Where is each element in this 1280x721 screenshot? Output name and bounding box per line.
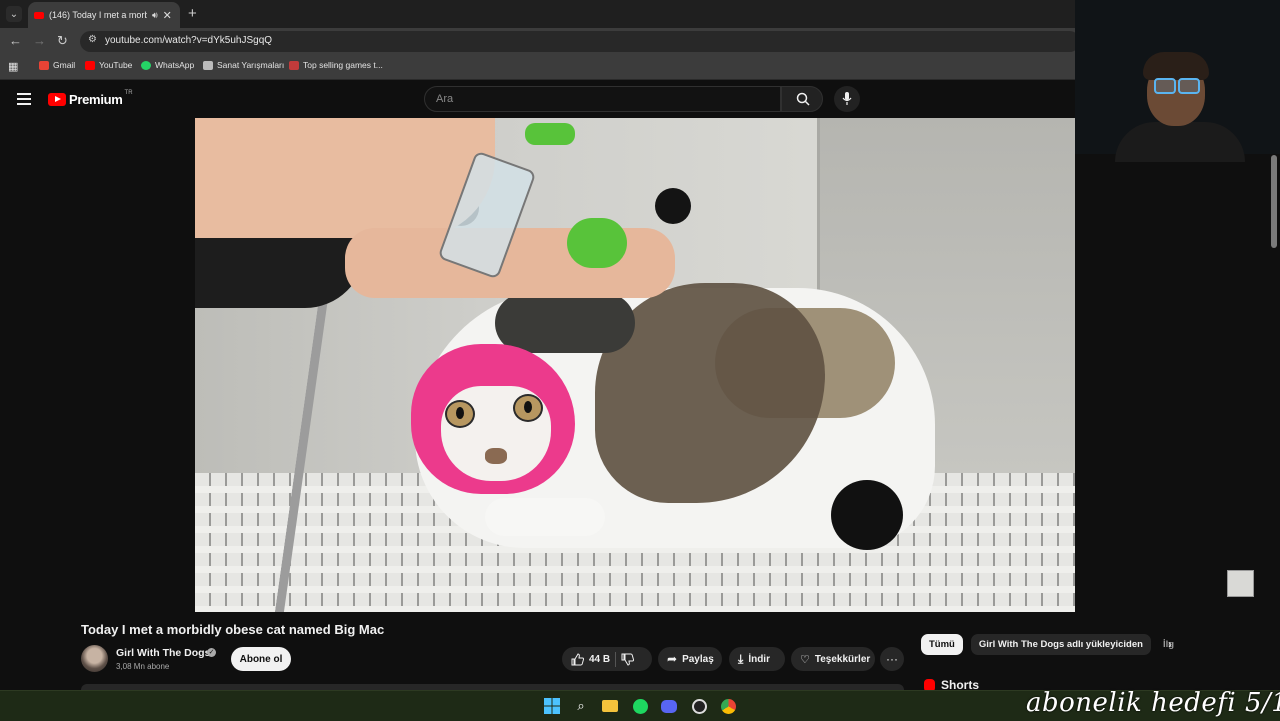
youtube-play-logo-icon: [48, 93, 66, 106]
share-button[interactable]: ➦ Paylaş: [658, 647, 722, 671]
obs-icon[interactable]: [690, 697, 708, 715]
spotify-icon[interactable]: [631, 697, 649, 715]
video-title: Today I met a morbidly obese cat named B…: [81, 622, 385, 637]
tab-search-chevron-icon[interactable]: ⌄: [6, 6, 22, 22]
sprayer-handle: [567, 218, 627, 268]
webcam-overlay: [1075, 0, 1280, 162]
file-explorer-icon[interactable]: [601, 697, 619, 715]
cat-nose: [485, 448, 507, 464]
channel-watermark-icon[interactable]: [1227, 570, 1254, 597]
speaker-icon[interactable]: 🔊︎: [152, 10, 158, 21]
thanks-button[interactable]: ♡ Teşekkürler: [791, 647, 875, 671]
chrome-icon[interactable]: [719, 697, 737, 715]
bookmark-label: WhatsApp: [155, 60, 195, 70]
cat-patch: [495, 293, 635, 353]
bookmark-label: Top selling games t...: [303, 60, 383, 70]
share-label: Paylaş: [682, 653, 714, 665]
subscriber-count: 3,08 Mn abone: [116, 662, 170, 671]
search-button[interactable]: [781, 86, 823, 112]
like-divider: [615, 651, 617, 667]
site-info-icon[interactable]: ⚙: [88, 34, 97, 45]
bookmark-image-icon: [203, 60, 213, 70]
stream-overlay-subscriber-goal: abonelik hedefi 5/10: [1026, 688, 1280, 718]
search-input[interactable]: [434, 92, 768, 106]
taskbar-search-icon[interactable]: ⌕: [572, 697, 590, 715]
address-bar[interactable]: ⚙ youtube.com/watch?v=dYk5uhJSgqQ: [80, 31, 1080, 52]
bookmark-label: YouTube: [99, 60, 133, 70]
cat-tail: [831, 480, 903, 550]
like-button[interactable]: 44 B: [571, 652, 611, 666]
search-icon: [796, 92, 810, 106]
webcam-person-hair: [1143, 52, 1209, 80]
webcam-person-shoulders: [1115, 122, 1245, 162]
bookmark-youtube[interactable]: YouTube: [85, 60, 132, 70]
like-dislike-group: 44 B: [562, 647, 652, 671]
sprayer-handle: [525, 123, 575, 145]
bookmark-label: Gmail: [53, 60, 76, 70]
url-text[interactable]: youtube.com/watch?v=dYk5uhJSgqQ: [105, 35, 272, 46]
bookmark-sanat[interactable]: Sanat Yarışmaları: [203, 60, 284, 70]
gmail-icon: [39, 60, 49, 70]
bookmark-game-icon: [289, 60, 299, 70]
chip-all[interactable]: Tümü: [921, 634, 963, 655]
webcam-glasses: [1154, 78, 1176, 94]
forward-arrow-icon[interactable]: →: [33, 33, 46, 48]
logo-region: TR: [124, 89, 133, 96]
related-filter-chips: Tümü Girl With The Dogs adlı yükleyicide…: [921, 634, 1183, 655]
microphone-icon: [842, 92, 852, 105]
windows-start-icon[interactable]: [543, 697, 561, 715]
windows-logo-icon: [544, 698, 560, 714]
download-button[interactable]: ⤓ İndir: [729, 647, 785, 671]
cat-paws: [485, 498, 605, 536]
download-icon: ⤓: [738, 651, 744, 666]
verified-badge-icon: ✓: [207, 648, 216, 657]
voice-search-button[interactable]: [834, 86, 860, 112]
new-tab-icon[interactable]: +: [188, 5, 197, 22]
like-count: 44 B: [589, 653, 611, 665]
bookmark-label: Sanat Yarışmaları: [217, 60, 285, 70]
chip-from-uploader[interactable]: Girl With The Dogs adlı yükleyiciden: [970, 634, 1151, 655]
bookmark-gmail[interactable]: Gmail: [39, 60, 75, 70]
video-frame-detail: [655, 188, 691, 224]
youtube-favicon-icon: [34, 11, 44, 19]
close-tab-icon[interactable]: ✕: [163, 9, 172, 22]
channel-name[interactable]: Girl With The Dogs: [116, 647, 210, 659]
subscribe-button[interactable]: Abone ol: [231, 647, 291, 671]
download-label: İndir: [748, 653, 770, 665]
tab-title: (146) Today I met a morbidly obese cat n…: [49, 10, 147, 20]
menu-hamburger-icon[interactable]: [17, 93, 31, 108]
webcam-glasses: [1178, 78, 1200, 94]
thanks-label: Teşekkürler: [814, 653, 871, 665]
apps-grid-icon[interactable]: ▦: [8, 60, 18, 73]
share-arrow-icon: ➦: [667, 652, 678, 666]
discord-icon[interactable]: [660, 697, 678, 715]
thumbs-up-icon: [571, 652, 584, 665]
video-player[interactable]: [195, 118, 1075, 612]
channel-avatar[interactable]: [81, 645, 108, 672]
cat-eye: [445, 400, 475, 428]
chevron-right-icon[interactable]: ›: [1168, 637, 1172, 651]
back-arrow-icon[interactable]: ←: [9, 33, 22, 48]
youtube-icon: [85, 60, 95, 70]
more-actions-icon[interactable]: ···: [880, 647, 904, 671]
browser-tab[interactable]: (146) Today I met a morbidly obese cat n…: [28, 2, 180, 28]
bookmark-top-selling[interactable]: Top selling games t...: [289, 60, 383, 70]
super-thanks-heart-icon: ♡: [800, 653, 810, 666]
page-scrollbar[interactable]: [1271, 155, 1277, 248]
thumbs-down-icon[interactable]: [621, 653, 635, 666]
youtube-premium-logo[interactable]: Premium TR: [48, 89, 133, 107]
logo-text: Premium: [69, 92, 123, 107]
bookmark-whatsapp[interactable]: WhatsApp: [141, 60, 194, 70]
cat-eye: [513, 394, 543, 422]
whatsapp-icon: [141, 60, 151, 70]
search-box[interactable]: [424, 86, 781, 112]
reload-icon[interactable]: ↻: [57, 33, 68, 49]
